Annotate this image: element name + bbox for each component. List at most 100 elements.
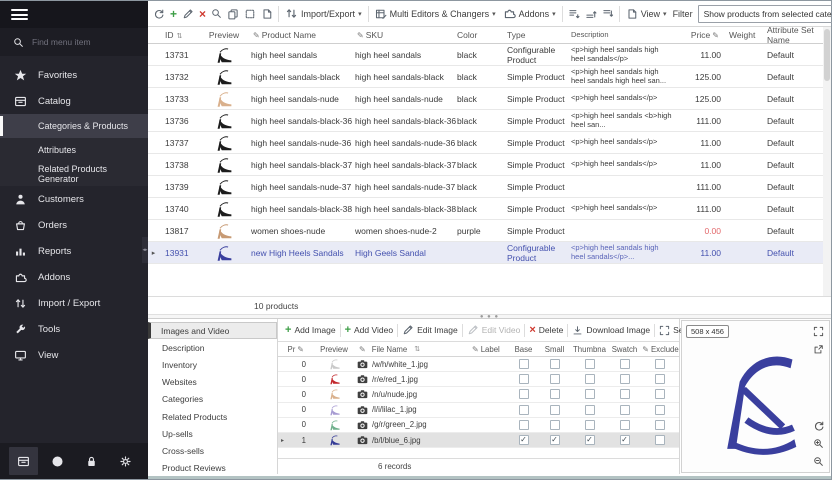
sidebar-search[interactable]: Find menu item — [0, 28, 148, 56]
addons-menu[interactable]: Addons▾ — [502, 5, 557, 22]
menu-icon[interactable] — [11, 9, 28, 20]
base-checkbox[interactable] — [519, 359, 529, 369]
small-checkbox[interactable]: ✓ — [550, 435, 560, 445]
small-checkbox[interactable] — [550, 389, 560, 399]
image-row-n-u-nude-jpg[interactable]: 0 /n/u/nude.jpg — [278, 387, 679, 402]
tab-description[interactable]: Description — [148, 339, 277, 356]
exclude-checkbox[interactable] — [655, 359, 665, 369]
zoom-in-icon[interactable] — [812, 437, 825, 450]
image-row-l-i-lilac-1-jpg[interactable]: 0 /l/i/lilac_1.jpg — [278, 403, 679, 418]
product-row-13738[interactable]: 13738 high heel sandals-black-37high hee… — [148, 154, 823, 176]
open-external-icon[interactable] — [812, 343, 825, 356]
sidebar-item-customers[interactable]: Customers — [0, 186, 148, 212]
expand-rows-button[interactable] — [585, 6, 597, 21]
product-row-13740[interactable]: 13740 high heel sandals-black-38high hee… — [148, 198, 823, 220]
sidebar-item-addons[interactable]: Addons — [0, 264, 148, 290]
column-header-file-name[interactable]: ✎File Name⇅ — [355, 345, 470, 354]
collapse-rows-button[interactable] — [602, 6, 614, 21]
image-row-w-h-white-1-jpg[interactable]: 0 /w/h/white_1.jpg — [278, 357, 679, 372]
sidebar-item-attributes[interactable]: Attributes — [0, 138, 148, 162]
search-button[interactable] — [211, 6, 222, 21]
column-header-weight[interactable]: Weight — [729, 30, 765, 40]
import-export-menu[interactable]: Import/Export▾ — [284, 5, 363, 22]
thumbnail-checkbox[interactable]: ✓ — [585, 435, 595, 445]
sidebar-item-tools[interactable]: Tools — [0, 316, 148, 342]
small-checkbox[interactable] — [550, 374, 560, 384]
product-row-13732[interactable]: 13732 high heel sandals-blackhigh heel s… — [148, 66, 823, 88]
rotate-image-icon[interactable] — [812, 419, 825, 432]
multi-editors-menu[interactable]: Multi Editors & Changers▾ — [374, 6, 497, 22]
product-row-13739[interactable]: 13739 high heel sandals-nude-37high heel… — [148, 176, 823, 198]
select-cells-button[interactable] — [244, 6, 256, 21]
edit-image-button[interactable]: Edit Image — [402, 324, 458, 336]
sidebar-item-favorites[interactable]: Favorites — [0, 62, 148, 88]
exclude-checkbox[interactable] — [655, 405, 665, 415]
tab-up-sells[interactable]: Up-sells — [148, 425, 277, 442]
swatch-checkbox[interactable] — [620, 359, 630, 369]
swatch-checkbox[interactable] — [620, 389, 630, 399]
copy-button[interactable] — [227, 6, 239, 21]
tab-websites[interactable]: Websites — [148, 374, 277, 391]
lock-icon[interactable] — [85, 455, 98, 468]
column-header-price[interactable]: Price✎ — [673, 30, 729, 40]
exclude-checkbox[interactable] — [655, 435, 665, 445]
fullscreen-icon[interactable] — [812, 325, 825, 338]
download-image-button[interactable]: Download Image — [572, 325, 650, 336]
column-header-label[interactable]: ✎Label — [470, 345, 508, 354]
sidebar-item-categories-products[interactable]: Categories & Products — [0, 114, 148, 138]
column-header-description[interactable]: Description — [571, 31, 673, 40]
thumbnail-checkbox[interactable] — [585, 420, 595, 430]
column-header-small[interactable]: Small — [539, 345, 570, 354]
base-checkbox[interactable] — [519, 389, 529, 399]
column-header-exclude[interactable]: ✎Exclude — [640, 345, 679, 354]
add-video-button[interactable]: +Add Video — [345, 324, 394, 336]
base-checkbox[interactable] — [519, 374, 529, 384]
product-row-13733[interactable]: 13733 high heel sandals-nudehigh heel sa… — [148, 88, 823, 110]
tab-images-and-video[interactable]: Images and Video — [148, 322, 277, 339]
sidebar-item-catalog[interactable]: Catalog — [0, 88, 148, 114]
tab-cross-sells[interactable]: Cross-sells — [148, 442, 277, 459]
help-icon[interactable]: ? — [51, 455, 64, 468]
swatch-checkbox[interactable] — [620, 405, 630, 415]
column-header-pr[interactable]: Pr✎ — [287, 345, 313, 354]
category-filter-select[interactable]: Show products from selected categories ▾ — [698, 5, 832, 23]
product-row-13931[interactable]: ▸13931 new High Heels SandalsHigh Geels … — [148, 242, 823, 264]
image-row-r-e-red-1-jpg[interactable]: 0 /r/e/red_1.jpg — [278, 372, 679, 387]
sidebar-item-reports[interactable]: Reports — [0, 238, 148, 264]
sidebar-item-orders[interactable]: Orders — [0, 212, 148, 238]
column-header-swatch[interactable]: Swatch — [609, 345, 640, 354]
footer-catalog-button[interactable] — [9, 447, 38, 475]
thumbnail-checkbox[interactable] — [585, 359, 595, 369]
column-header-type[interactable]: Type — [507, 30, 571, 40]
edit-product-button[interactable] — [182, 6, 194, 21]
swatch-checkbox[interactable] — [620, 420, 630, 430]
column-header-attribute-set-name[interactable]: Attribute Set Name — [765, 25, 823, 45]
column-header-thumbna[interactable]: Thumbna — [570, 345, 609, 354]
column-header-base[interactable]: Base — [508, 345, 539, 354]
add-image-button[interactable]: +Add Image — [285, 324, 336, 336]
column-header-preview[interactable]: Preview — [197, 30, 251, 40]
thumbnail-checkbox[interactable] — [585, 374, 595, 384]
delete-button[interactable]: ×Delete — [529, 324, 563, 336]
exclude-checkbox[interactable] — [655, 420, 665, 430]
product-row-13736[interactable]: 13736 high heel sandals-black-36high hee… — [148, 110, 823, 132]
settings-icon[interactable] — [119, 455, 132, 468]
small-checkbox[interactable] — [550, 405, 560, 415]
scrollbar-thumb[interactable] — [824, 29, 830, 81]
column-header-product-name[interactable]: ✎Product Name — [251, 30, 355, 40]
sidebar-item-related-products-generator[interactable]: Related Products Generator — [0, 162, 148, 186]
delete-product-button[interactable]: × — [199, 6, 206, 21]
sidebar-item-import-export[interactable]: Import / Export — [0, 290, 148, 316]
add-product-button[interactable]: + — [170, 6, 177, 21]
small-checkbox[interactable] — [550, 420, 560, 430]
product-row-13731[interactable]: 13731 high heel sandalshigh heel sandals… — [148, 44, 823, 66]
exclude-checkbox[interactable] — [655, 389, 665, 399]
thumbnail-checkbox[interactable] — [585, 389, 595, 399]
image-row-g-r-green-2-jpg[interactable]: 0 /g/r/green_2.jpg — [278, 418, 679, 433]
thumbnail-checkbox[interactable] — [585, 405, 595, 415]
image-row-b-l-blue-6-jpg[interactable]: ▸1 /b/l/blue_6.jpg✓✓✓✓ — [278, 433, 679, 448]
base-checkbox[interactable] — [519, 420, 529, 430]
small-checkbox[interactable] — [550, 359, 560, 369]
paste-button[interactable] — [261, 6, 273, 21]
product-row-13817[interactable]: 13817 women shoes-nudewomen shoes-nude-2… — [148, 220, 823, 242]
